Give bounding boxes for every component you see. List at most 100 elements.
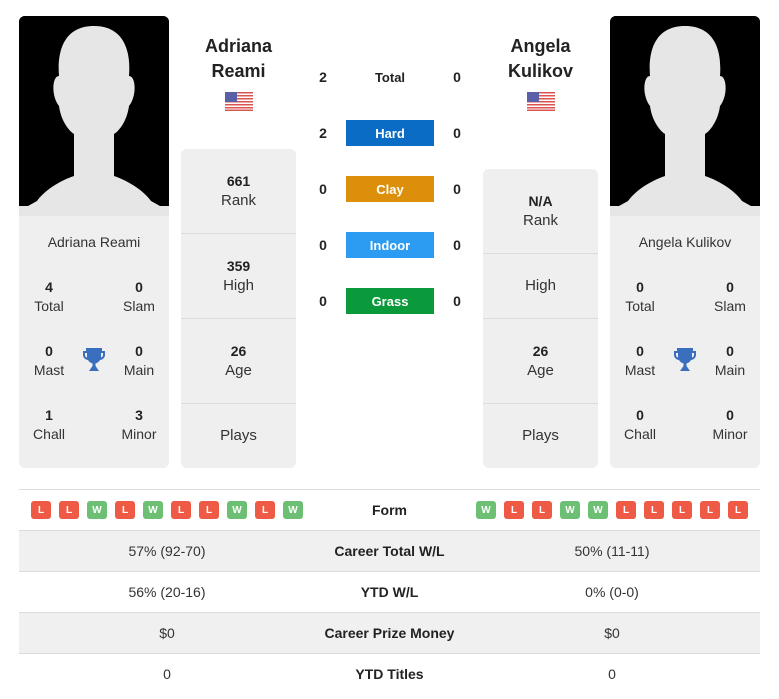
stat-value: 0 (135, 343, 143, 359)
player1-plays: Plays (181, 404, 296, 468)
form-row: LLWLWLLWLW Form WLLWWLLLLL (19, 489, 760, 530)
player2-value: 0 (608, 666, 616, 682)
h2h-p2-value: 0 (453, 237, 461, 253)
info-label: Rank (220, 192, 257, 209)
surface-badge-hard: Hard (346, 120, 434, 146)
form-badge-loss: L (115, 501, 135, 519)
comparison-label: YTD W/L (360, 584, 419, 600)
player1-photo (19, 16, 169, 216)
form-badge-win: W (87, 501, 107, 519)
form-label: Form (372, 502, 407, 518)
stat-label: Minor (121, 426, 157, 442)
silhouette-icon (19, 16, 169, 216)
player2-total-titles: 0 Total (610, 278, 670, 316)
player1-high: 359 High (181, 234, 296, 319)
player2-value: 0% (0-0) (585, 584, 639, 600)
player1-form: LLWLWLLWLW (31, 501, 303, 519)
player2-plays: Plays (483, 404, 598, 468)
h2h-p1-value: 0 (319, 181, 327, 197)
us-flag-icon (527, 92, 555, 111)
player1-first-name[interactable]: Adriana (181, 34, 296, 59)
player2-main-titles: 0 Main (700, 342, 760, 380)
comparison-label: Career Total W/L (334, 543, 445, 559)
h2h-p2-value: 0 (453, 69, 461, 85)
player1-info-box: 661 Rank 359 High 26 Age Plays (181, 149, 296, 468)
stat-label: Mast (624, 362, 656, 378)
form-badge-loss: L (504, 501, 524, 519)
form-badge-loss: L (171, 501, 191, 519)
form-badge-win: W (283, 501, 303, 519)
player1-minor-titles: 3 Minor (109, 406, 169, 444)
info-value: 359 (226, 258, 251, 274)
form-badge-loss: L (199, 501, 219, 519)
form-badge-loss: L (672, 501, 692, 519)
player2-photo (610, 16, 760, 216)
player1-rank: 661 Rank (181, 149, 296, 234)
h2h-p1-value: 0 (319, 293, 327, 309)
h2h-p1-value: 0 (319, 237, 327, 253)
player1-slam-titles: 0 Slam (109, 278, 169, 316)
player2-slam-titles: 0 Slam (700, 278, 760, 316)
player1-last-name[interactable]: Reami (181, 59, 296, 84)
h2h-p2-value: 0 (453, 125, 461, 141)
player2-rank: N/A Rank (483, 169, 598, 254)
comparison-label: Career Prize Money (324, 625, 455, 641)
form-badge-win: W (143, 501, 163, 519)
stat-label: Total (625, 298, 655, 314)
form-badge-win: W (476, 501, 496, 519)
comparison-row: $0 Career Prize Money $0 (19, 612, 760, 653)
stat-value: 0 (45, 343, 53, 359)
player2-mast-titles: 0 Mast (610, 342, 670, 380)
form-badge-loss: L (644, 501, 664, 519)
h2h-p2-value: 0 (453, 181, 461, 197)
form-badge-loss: L (31, 501, 51, 519)
surface-badge-indoor: Indoor (346, 232, 434, 258)
form-badge-loss: L (700, 501, 720, 519)
player1-age: 26 Age (181, 319, 296, 404)
stat-value: 0 (726, 279, 734, 295)
form-badge-win: W (560, 501, 580, 519)
comparison-row: 57% (92-70) Career Total W/L 50% (11-11) (19, 530, 760, 571)
h2h-p1-value: 2 (319, 69, 327, 85)
player1-card-name: Adriana Reami (47, 234, 141, 250)
h2h-row-grass: 0 Grass 0 (313, 288, 467, 314)
player2-card: Angela Kulikov 0 Total 0 Slam 0 Mast 0 M… (610, 216, 760, 468)
form-badge-loss: L (616, 501, 636, 519)
player1-value: 56% (20-16) (128, 584, 206, 600)
stat-value: 0 (726, 407, 734, 423)
surface-badge-clay: Clay (346, 176, 434, 202)
stat-value: 0 (726, 343, 734, 359)
stat-label: Chall (33, 426, 65, 442)
comparison-label: YTD Titles (355, 666, 424, 682)
form-badge-loss: L (728, 501, 748, 519)
player2-first-name[interactable]: Angela (483, 34, 598, 59)
player1-chall-titles: 1 Chall (19, 406, 79, 444)
h2h-row-hard: 2 Hard 0 (313, 120, 467, 146)
player2-last-name[interactable]: Kulikov (483, 59, 598, 84)
info-value: 26 (532, 343, 549, 359)
h2h-row-total: 2 Total 0 (313, 64, 467, 90)
info-label: High (525, 277, 556, 294)
info-label: Age (225, 362, 252, 379)
silhouette-icon (610, 16, 760, 216)
player1-value: 57% (92-70) (128, 543, 206, 559)
player1-mast-titles: 0 Mast (19, 342, 79, 380)
comparison-row: 0 YTD Titles 0 (19, 653, 760, 694)
player1-main-titles: 0 Main (109, 342, 169, 380)
player1-header: Adriana Reami (181, 34, 296, 84)
info-label: Rank (522, 212, 559, 229)
h2h-row-indoor: 0 Indoor 0 (313, 232, 467, 258)
player2-form: WLLWWLLLLL (476, 501, 748, 519)
info-value: 661 (226, 173, 251, 189)
trophy-icon (673, 347, 697, 377)
form-badge-loss: L (532, 501, 552, 519)
stat-value: 0 (636, 343, 644, 359)
us-flag-icon (225, 92, 253, 111)
h2h-row-clay: 0 Clay 0 (313, 176, 467, 202)
stat-value: 4 (45, 279, 53, 295)
form-badge-loss: L (255, 501, 275, 519)
player2-chall-titles: 0 Chall (610, 406, 670, 444)
trophy-icon (82, 347, 106, 377)
player2-age: 26 Age (483, 319, 598, 404)
stat-label: Main (714, 362, 746, 378)
